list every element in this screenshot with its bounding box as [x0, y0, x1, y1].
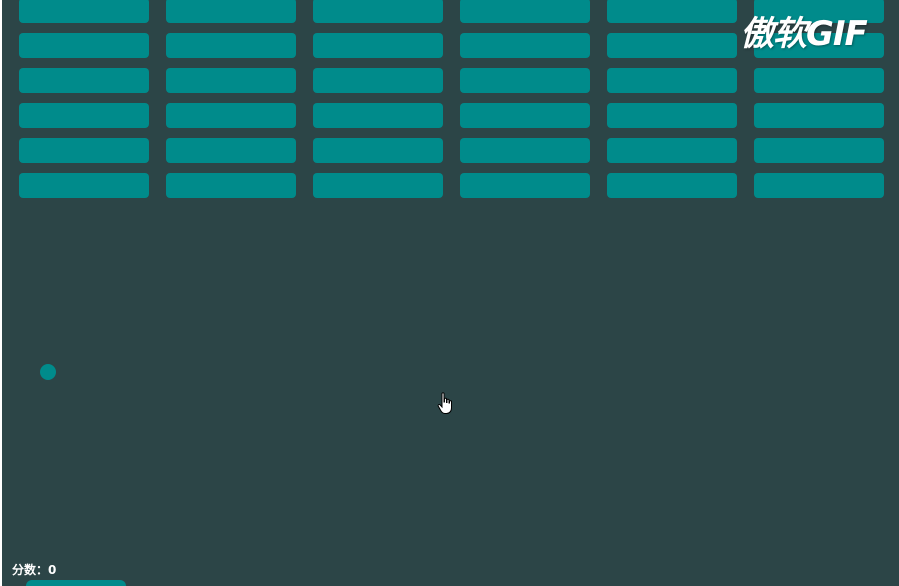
- brick: [607, 68, 737, 93]
- brick: [460, 103, 590, 128]
- brick: [19, 0, 149, 23]
- brick: [460, 68, 590, 93]
- ball: [40, 364, 56, 380]
- brick: [166, 103, 296, 128]
- brick: [754, 103, 884, 128]
- brick: [313, 33, 443, 58]
- brick: [754, 68, 884, 93]
- brick: [313, 103, 443, 128]
- brick: [166, 0, 296, 23]
- hand-pointer-icon: [437, 392, 455, 416]
- score-display: 分数：0: [12, 561, 56, 578]
- brick: [19, 33, 149, 58]
- brick: [607, 33, 737, 58]
- score-value: 0: [48, 563, 57, 577]
- brick: [166, 173, 296, 198]
- brick: [754, 173, 884, 198]
- brick: [313, 68, 443, 93]
- brick: [313, 0, 443, 23]
- brick: [19, 68, 149, 93]
- brick: [19, 173, 149, 198]
- brick: [313, 173, 443, 198]
- brick: [166, 138, 296, 163]
- brick: [754, 138, 884, 163]
- brick: [460, 0, 590, 23]
- brick: [460, 33, 590, 58]
- brick: [607, 0, 737, 23]
- score-label: 分数：: [12, 563, 49, 577]
- brick: [460, 138, 590, 163]
- brick: [313, 138, 443, 163]
- game-canvas[interactable]: 分数：0: [2, 0, 899, 586]
- brick: [460, 173, 590, 198]
- brick: [607, 138, 737, 163]
- brick: [166, 33, 296, 58]
- watermark-logo: 傲软GIF: [740, 14, 868, 54]
- brick: [19, 103, 149, 128]
- brick: [607, 173, 737, 198]
- brick: [607, 103, 737, 128]
- brick: [19, 138, 149, 163]
- brick: [166, 68, 296, 93]
- paddle[interactable]: [26, 580, 126, 586]
